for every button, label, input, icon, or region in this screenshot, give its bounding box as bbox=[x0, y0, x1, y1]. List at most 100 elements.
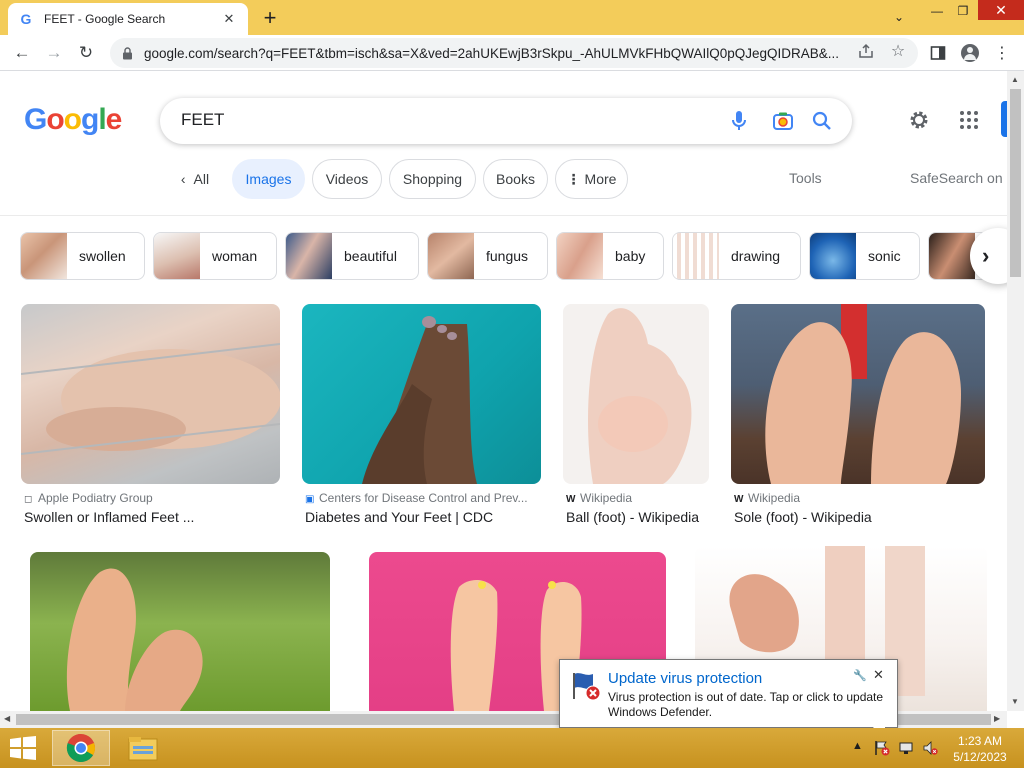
refine-chip-beautiful[interactable]: beautiful bbox=[285, 232, 419, 280]
google-logo[interactable]: Google bbox=[24, 103, 122, 137]
result-title[interactable]: Diabetes and Your Feet | CDC bbox=[305, 509, 541, 525]
tab-all[interactable]: ‹ All bbox=[170, 159, 220, 199]
network-icon[interactable] bbox=[898, 740, 914, 759]
tab-title: FEET - Google Search bbox=[44, 12, 166, 26]
source-favicon-icon: ▣ bbox=[305, 494, 315, 505]
chrome-taskbar-button[interactable] bbox=[52, 730, 110, 766]
chip-label: fungus bbox=[486, 248, 529, 264]
refine-chip-sonic[interactable]: sonic bbox=[809, 232, 920, 280]
header-divider bbox=[0, 215, 1007, 216]
folder-icon bbox=[128, 737, 158, 761]
result-source-text: Wikipedia bbox=[748, 491, 801, 505]
vertical-scrollbar[interactable]: ▲ ▼ bbox=[1007, 71, 1024, 711]
tab-more[interactable]: ⋮ More bbox=[555, 159, 628, 199]
refine-chip-swollen[interactable]: swollen bbox=[20, 232, 145, 280]
profile-avatar-icon[interactable] bbox=[960, 43, 980, 63]
result-title[interactable]: Ball (foot) - Wikipedia bbox=[566, 509, 709, 525]
notification-title: Update virus protection bbox=[608, 670, 763, 687]
tools-button[interactable]: Tools bbox=[789, 170, 822, 186]
windows-start-icon[interactable] bbox=[9, 736, 37, 760]
scroll-left-arrow-icon[interactable]: ◀ bbox=[4, 714, 10, 723]
forward-arrow-icon[interactable]: → bbox=[42, 41, 66, 65]
search-box[interactable]: FEET bbox=[160, 98, 852, 144]
result-source[interactable]: ◻ Apple Podiatry Group bbox=[24, 491, 280, 505]
search-icon[interactable] bbox=[810, 109, 834, 133]
tab-shopping[interactable]: Shopping bbox=[389, 159, 476, 199]
scroll-down-arrow-icon[interactable]: ▼ bbox=[1011, 697, 1019, 706]
result-source-text: Apple Podiatry Group bbox=[38, 491, 153, 505]
safesearch-toggle[interactable]: SafeSearch on bbox=[910, 170, 1003, 186]
chip-thumbnail bbox=[154, 233, 200, 279]
microphone-icon[interactable] bbox=[727, 109, 751, 133]
google-favicon-icon: G bbox=[20, 11, 32, 27]
logo-letter: g bbox=[81, 103, 99, 136]
tab-search-chevron-icon[interactable]: ⌄ bbox=[884, 6, 914, 28]
notification-close-icon[interactable]: ✕ bbox=[873, 667, 884, 683]
tab-images[interactable]: Images bbox=[232, 159, 305, 199]
tab-books[interactable]: Books bbox=[483, 159, 548, 199]
wikipedia-w-icon: W bbox=[566, 494, 576, 505]
volume-muted-icon[interactable] bbox=[922, 740, 938, 759]
logo-letter: o bbox=[46, 103, 64, 136]
new-tab-button[interactable]: + bbox=[258, 5, 282, 30]
window-close-button[interactable]: ✕ bbox=[978, 0, 1024, 20]
logo-letter: G bbox=[24, 103, 47, 136]
result-source[interactable]: W Wikipedia bbox=[734, 491, 985, 505]
result-source-text: Wikipedia bbox=[580, 491, 633, 505]
google-apps-grid-icon[interactable] bbox=[957, 108, 981, 132]
url-text[interactable]: google.com/search?q=FEET&tbm=isch&sa=X&v… bbox=[144, 46, 844, 61]
chrome-icon bbox=[66, 733, 95, 762]
result-source[interactable]: W Wikipedia bbox=[566, 491, 709, 505]
result-source[interactable]: ▣ Centers for Disease Control and Prev... bbox=[305, 491, 541, 505]
scroll-right-arrow-icon[interactable]: ▶ bbox=[994, 714, 1000, 723]
screen: G FEET - Google Search ✕ + ⌄ — ❐ ✕ ← → ↻… bbox=[0, 0, 1024, 768]
lock-icon[interactable] bbox=[120, 46, 134, 60]
action-center-flag-icon[interactable] bbox=[874, 740, 890, 759]
vertical-scroll-thumb[interactable] bbox=[1010, 89, 1021, 277]
result-image[interactable] bbox=[21, 304, 280, 484]
system-clock[interactable]: 1:23 AM 5/12/2023 bbox=[950, 733, 1010, 765]
chip-thumbnail bbox=[673, 233, 719, 279]
refine-chip-baby[interactable]: baby bbox=[556, 232, 664, 280]
tab-all-label: All bbox=[193, 171, 210, 187]
address-bar[interactable]: google.com/search?q=FEET&tbm=isch&sa=X&v… bbox=[110, 38, 918, 68]
result-title[interactable]: Swollen or Inflamed Feet ... bbox=[24, 509, 280, 525]
virus-protection-notification[interactable]: Update virus protection Virus protection… bbox=[559, 659, 898, 728]
chip-thumbnail bbox=[21, 233, 67, 279]
chip-thumbnail bbox=[810, 233, 856, 279]
scroll-up-arrow-icon[interactable]: ▲ bbox=[1011, 75, 1019, 84]
tab-close-icon[interactable]: ✕ bbox=[220, 10, 238, 28]
result-title[interactable]: Sole (foot) - Wikipedia bbox=[734, 509, 985, 525]
refine-chip-fungus[interactable]: fungus bbox=[427, 232, 548, 280]
result-source-text: Centers for Disease Control and Prev... bbox=[319, 491, 528, 505]
share-icon[interactable] bbox=[856, 41, 876, 61]
show-hidden-icons-chevron-icon[interactable]: ▲ bbox=[852, 740, 863, 752]
browser-tab[interactable]: G FEET - Google Search ✕ bbox=[8, 3, 248, 35]
chip-thumbnail bbox=[286, 233, 332, 279]
tab-videos[interactable]: Videos bbox=[312, 159, 382, 199]
refine-chip-drawing[interactable]: drawing bbox=[672, 232, 801, 280]
more-vertical-dots-icon: ⋮ bbox=[566, 170, 581, 187]
tab-shopping-label: Shopping bbox=[402, 171, 463, 187]
result-image[interactable] bbox=[30, 552, 330, 711]
chip-label: sonic bbox=[868, 248, 901, 264]
reload-icon[interactable]: ↻ bbox=[74, 41, 98, 65]
camera-lens-icon[interactable] bbox=[771, 109, 795, 133]
result-image[interactable] bbox=[731, 304, 985, 484]
pin-options-icon[interactable]: 🔧 bbox=[853, 669, 867, 682]
kebab-menu-icon[interactable]: ⋮ bbox=[992, 43, 1012, 63]
bookmark-star-icon[interactable]: ☆ bbox=[888, 41, 908, 61]
source-favicon-icon: ◻ bbox=[24, 494, 33, 505]
back-arrow-icon[interactable]: ← bbox=[10, 41, 34, 65]
result-image[interactable] bbox=[563, 304, 709, 484]
side-panel-icon[interactable] bbox=[928, 43, 948, 63]
restore-button[interactable]: ❐ bbox=[948, 0, 978, 22]
search-input[interactable]: FEET bbox=[181, 110, 224, 130]
chip-thumbnail bbox=[557, 233, 603, 279]
chip-label: woman bbox=[212, 248, 258, 264]
settings-gear-icon[interactable] bbox=[907, 108, 931, 132]
result-image[interactable] bbox=[302, 304, 541, 484]
chevron-left-icon: ‹ bbox=[180, 171, 186, 187]
file-explorer-taskbar-button[interactable] bbox=[114, 730, 172, 766]
refine-chip-woman[interactable]: woman bbox=[153, 232, 277, 280]
